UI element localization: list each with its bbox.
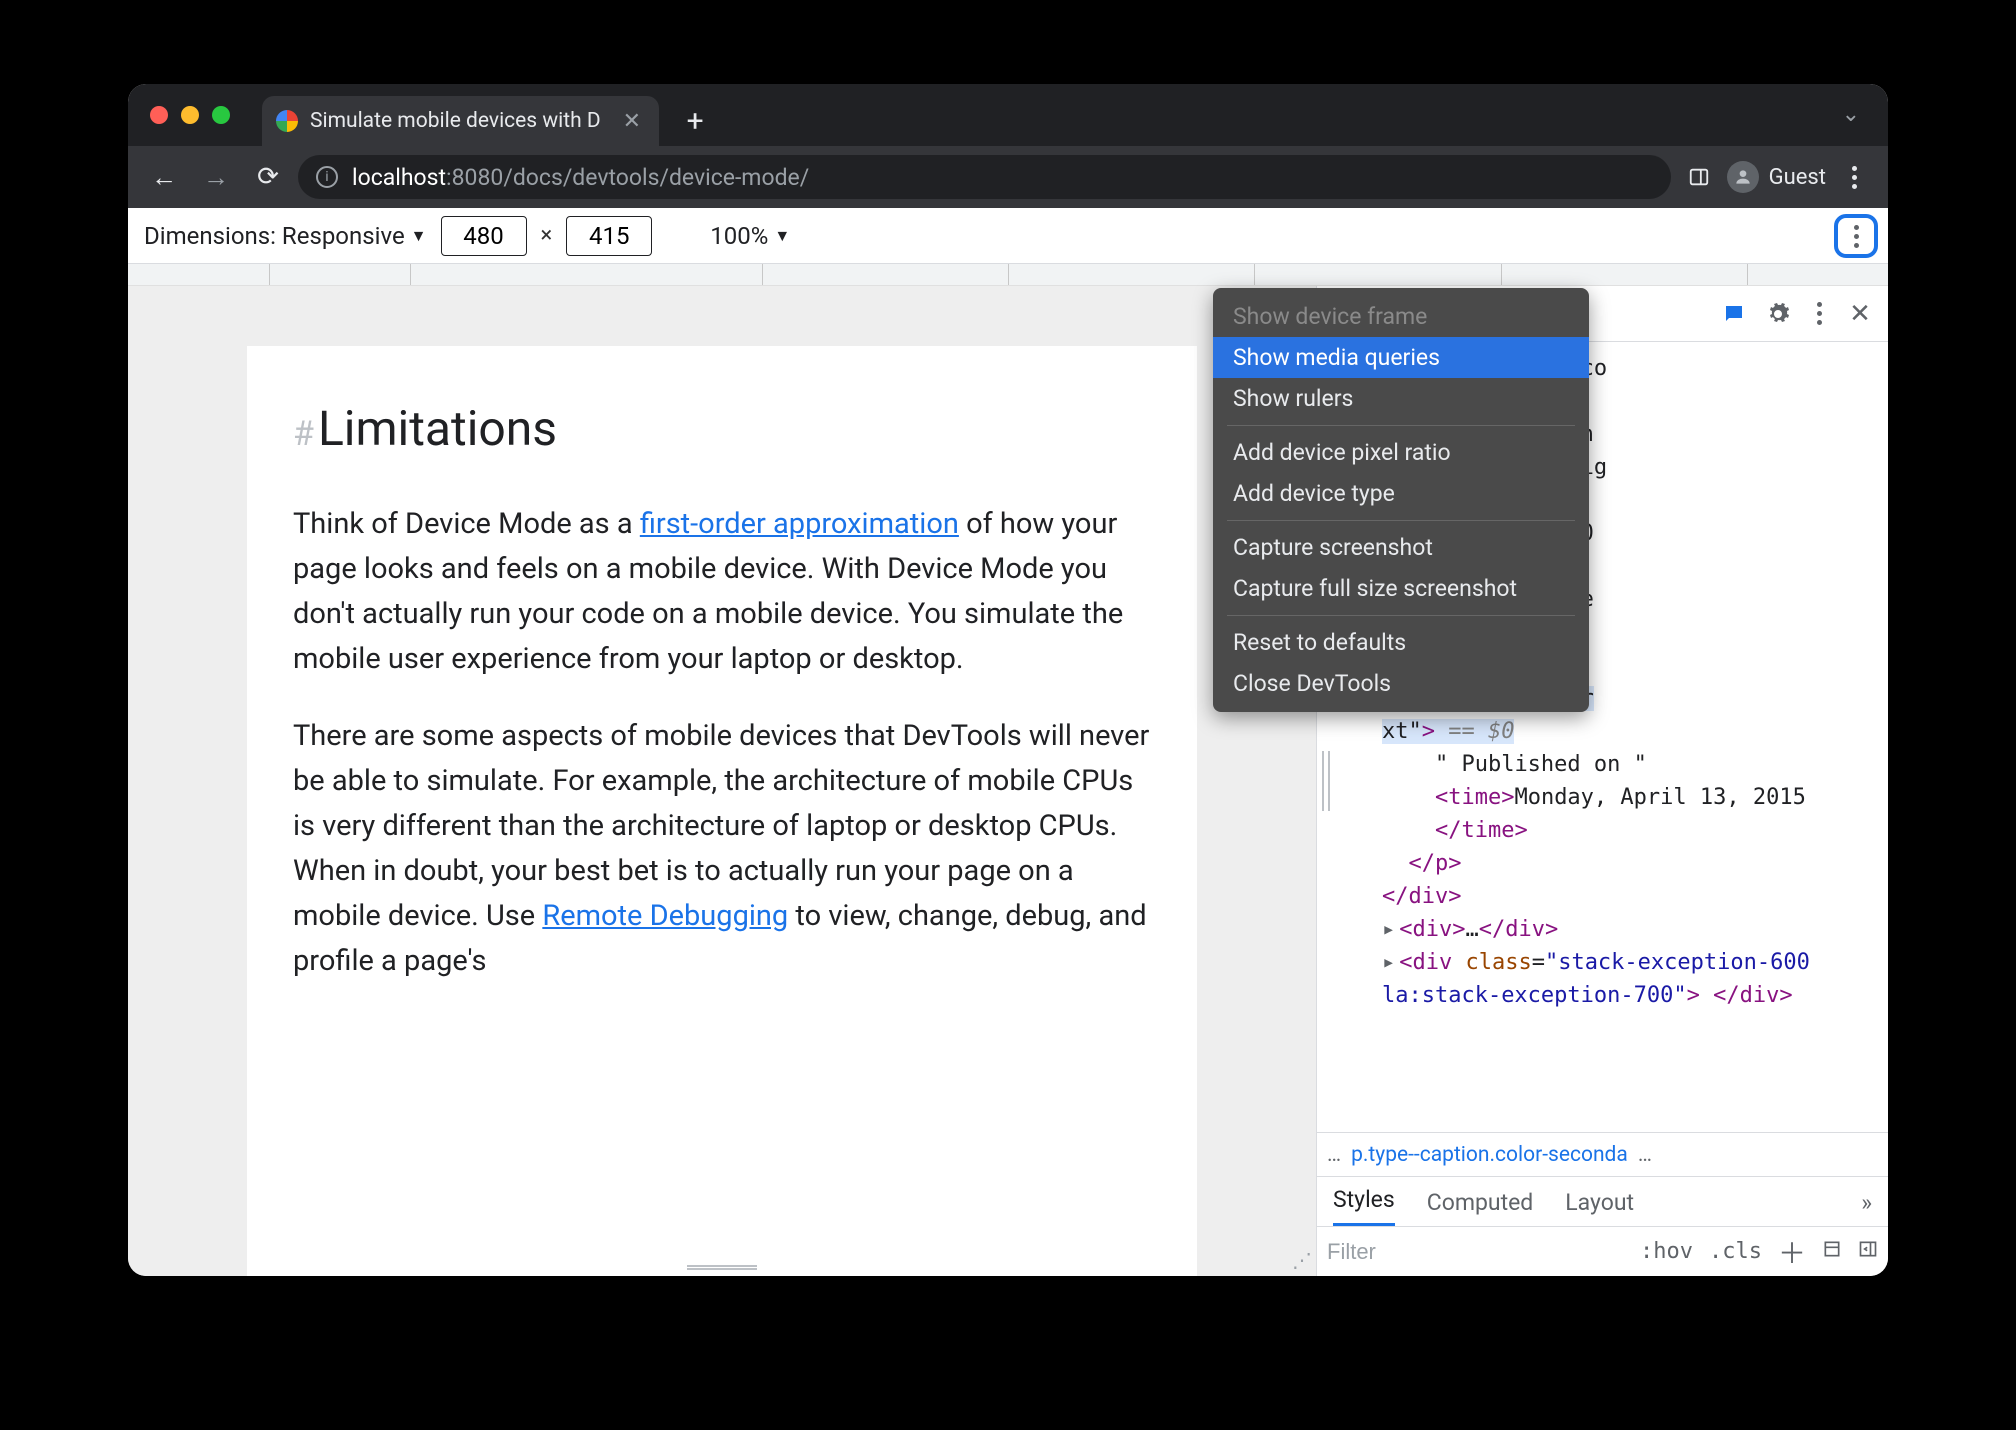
close-tab-icon[interactable]: ✕: [613, 109, 641, 134]
toolbar: ← → ⟳ i localhost:8080/docs/devtools/dev…: [128, 146, 1888, 208]
feedback-icon[interactable]: [1714, 294, 1754, 334]
tab-styles[interactable]: Styles: [1333, 1186, 1395, 1226]
back-button[interactable]: ←: [142, 155, 186, 199]
remote-debugging-link[interactable]: Remote Debugging: [542, 899, 788, 933]
menu-item[interactable]: Add device type: [1213, 473, 1589, 514]
forward-button[interactable]: →: [194, 155, 238, 199]
more-styles-tabs-icon[interactable]: »: [1861, 1189, 1872, 1226]
styles-filter-input[interactable]: Filter: [1327, 1239, 1376, 1265]
cls-toggle[interactable]: .cls: [1709, 1239, 1762, 1264]
width-input[interactable]: [441, 216, 527, 256]
styles-tabbar: Styles Computed Layout »: [1317, 1176, 1888, 1226]
tab-computed[interactable]: Computed: [1427, 1189, 1534, 1226]
site-info-icon[interactable]: i: [316, 166, 338, 188]
emulated-viewport: # Limitations Think of Device Mode as a …: [128, 286, 1316, 1276]
breadcrumb-overflow-right[interactable]: …: [1638, 1143, 1652, 1167]
url-host: localhost: [352, 164, 446, 191]
minimize-window-button[interactable]: [181, 106, 199, 124]
browser-menu-button[interactable]: [1834, 157, 1874, 197]
menu-item[interactable]: Show media queries: [1213, 337, 1589, 378]
new-tab-button[interactable]: +: [677, 103, 713, 139]
maximize-window-button[interactable]: [212, 106, 230, 124]
breadcrumb-current[interactable]: p.type--caption.color-seconda: [1351, 1143, 1628, 1167]
menu-item[interactable]: Capture screenshot: [1213, 527, 1589, 568]
dropdown-triangle-icon: ▼: [411, 226, 427, 246]
menu-item[interactable]: Capture full size screenshot: [1213, 568, 1589, 609]
profile-button[interactable]: Guest: [1727, 161, 1826, 193]
styles-filter-bar: Filter :hov .cls ＋: [1317, 1226, 1888, 1276]
new-style-rule-icon[interactable]: ＋: [1778, 1232, 1806, 1272]
width-resize-handle[interactable]: [1322, 751, 1330, 811]
paragraph-1: Think of Device Mode as a first-order ap…: [293, 502, 1151, 682]
height-resize-handle[interactable]: [687, 1265, 757, 1270]
hov-toggle[interactable]: :hov: [1640, 1239, 1693, 1264]
tab-strip: Simulate mobile devices with D ✕ + ⌄: [128, 84, 1888, 146]
url: localhost:8080/docs/devtools/device-mode…: [352, 164, 809, 191]
close-devtools-icon[interactable]: ✕: [1840, 294, 1880, 334]
device-toolbar: Dimensions: Responsive ▼ × 100% ▼: [128, 208, 1888, 264]
first-order-approximation-link[interactable]: first-order approximation: [640, 507, 959, 541]
toggle-sidebar-icon[interactable]: [1858, 1239, 1878, 1265]
close-window-button[interactable]: [150, 106, 168, 124]
menu-item[interactable]: Close DevTools: [1213, 663, 1589, 704]
reload-button[interactable]: ⟳: [246, 155, 290, 199]
tab-title: Simulate mobile devices with D: [310, 109, 601, 133]
kebab-icon: [1854, 225, 1859, 248]
computed-styles-sidebar-icon[interactable]: [1822, 1239, 1842, 1265]
tabs-dropdown-icon[interactable]: ⌄: [1842, 102, 1860, 127]
dom-breadcrumb[interactable]: … p.type--caption.color-seconda …: [1317, 1132, 1888, 1176]
dimension-separator: ×: [541, 223, 553, 248]
window-controls: [150, 106, 230, 124]
url-path: /docs/devtools/device-mode/: [503, 164, 809, 191]
zoom-label: 100%: [710, 222, 768, 250]
dropdown-triangle-icon: ▼: [774, 226, 790, 246]
menu-item[interactable]: Show rulers: [1213, 378, 1589, 419]
chrome-favicon-icon: [276, 110, 298, 132]
dimensions-dropdown[interactable]: Dimensions: Responsive ▼: [144, 222, 427, 250]
height-input[interactable]: [566, 216, 652, 256]
breadcrumb-overflow-left[interactable]: …: [1327, 1143, 1341, 1167]
devtools-menu-icon[interactable]: [1802, 302, 1836, 325]
corner-resize-handle[interactable]: ⋰: [1292, 1248, 1312, 1272]
dimensions-label: Dimensions: Responsive: [144, 222, 405, 250]
guest-label: Guest: [1769, 165, 1826, 190]
device-toolbar-more-button[interactable]: [1834, 214, 1878, 258]
tab-layout[interactable]: Layout: [1565, 1189, 1634, 1226]
side-panel-icon[interactable]: [1679, 157, 1719, 197]
page-content: # Limitations Think of Device Mode as a …: [247, 346, 1197, 1276]
paragraph-2: There are some aspects of mobile devices…: [293, 714, 1151, 984]
main-split: # Limitations Think of Device Mode as a …: [128, 286, 1888, 1276]
menu-item[interactable]: Reset to defaults: [1213, 622, 1589, 663]
heading-text: Limitations: [318, 392, 557, 466]
settings-gear-icon[interactable]: [1758, 294, 1798, 334]
heading-anchor-icon[interactable]: #: [293, 408, 314, 461]
address-bar[interactable]: i localhost:8080/docs/devtools/device-mo…: [298, 155, 1671, 199]
zoom-dropdown[interactable]: 100% ▼: [710, 222, 790, 250]
guest-avatar-icon: [1727, 161, 1759, 193]
browser-window: Simulate mobile devices with D ✕ + ⌄ ← →…: [128, 84, 1888, 1276]
page-heading: # Limitations: [293, 392, 1151, 466]
device-toolbar-menu: Show device frameShow media queriesShow …: [1213, 288, 1589, 712]
url-port: :8080: [446, 164, 503, 191]
menu-item[interactable]: Add device pixel ratio: [1213, 432, 1589, 473]
browser-tab[interactable]: Simulate mobile devices with D ✕: [262, 96, 659, 146]
ruler: [128, 264, 1888, 286]
menu-item: Show device frame: [1213, 296, 1589, 337]
toolbar-right: Guest: [1679, 157, 1874, 197]
